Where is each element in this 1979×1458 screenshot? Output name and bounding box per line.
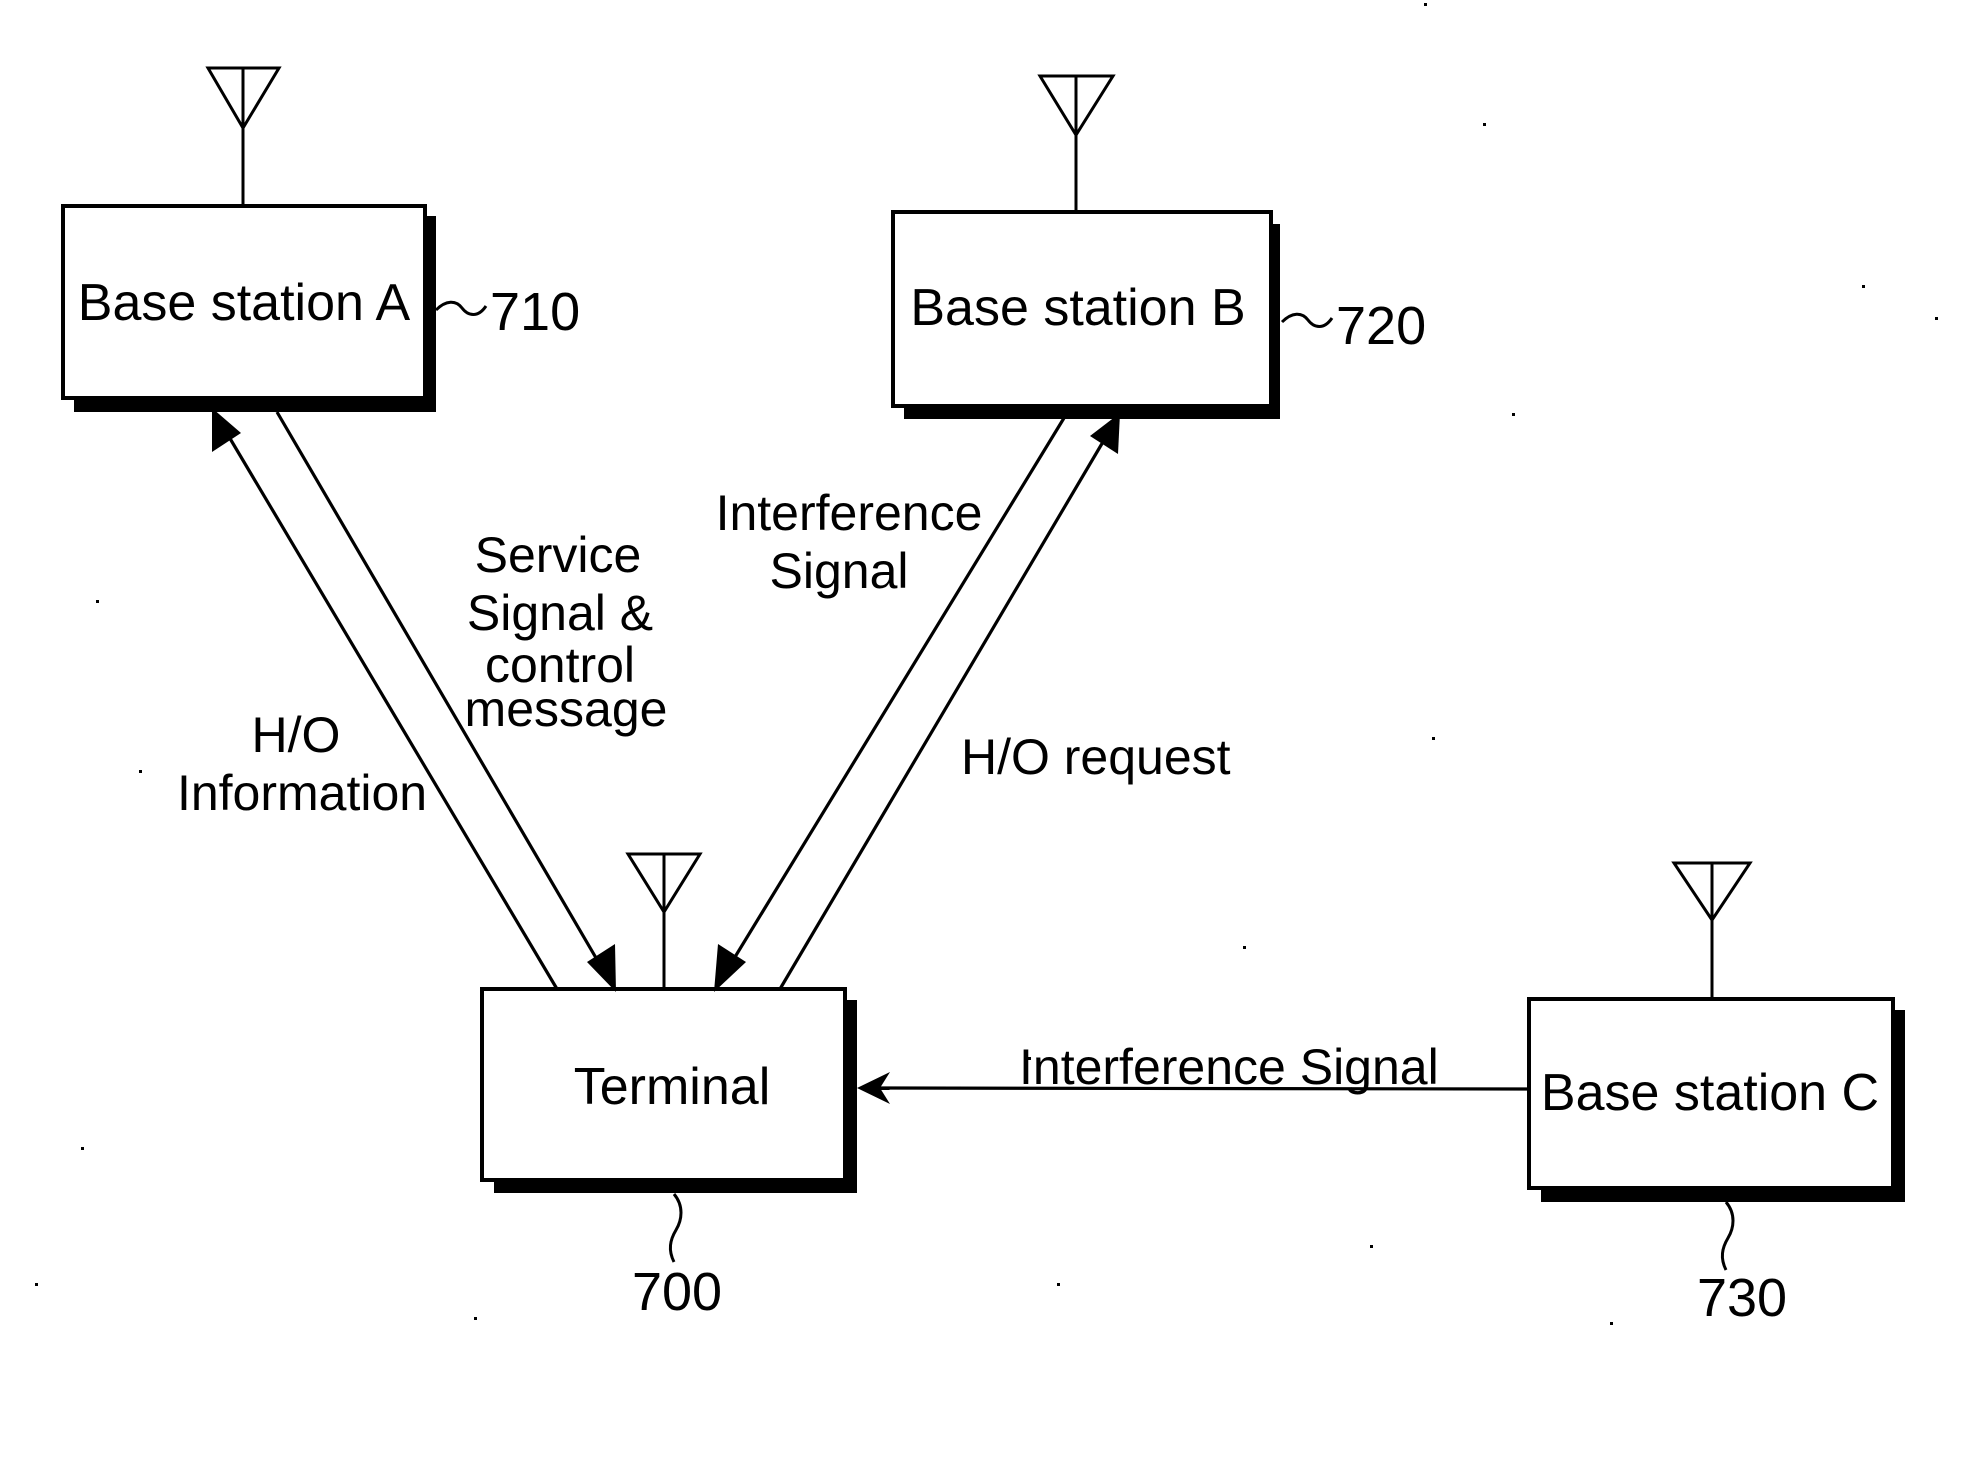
reference-number-710: 710 <box>490 282 580 342</box>
reference-leader-line <box>1720 1201 1735 1271</box>
network-handover-diagram: Base station A 710 Base station B 720 Te… <box>35 3 1938 1328</box>
arrowhead-icon <box>212 408 241 452</box>
service-signal-label-line-4: message <box>465 681 668 737</box>
base-station-b-node: Base station B 720 <box>891 74 1426 419</box>
antenna-icon <box>205 66 282 205</box>
arrowhead-icon <box>1090 413 1120 454</box>
reference-number-730: 730 <box>1697 1268 1787 1328</box>
service-signal-label-line-2: Signal & <box>467 585 653 641</box>
edge-interference-b: Interference Signal <box>714 417 1066 992</box>
ho-information-label-line-2: Information <box>177 765 427 821</box>
reference-number-720: 720 <box>1336 296 1426 356</box>
interference-b-label-line-1: Interference <box>716 485 983 541</box>
reference-number-700: 700 <box>632 1262 722 1322</box>
service-signal-label-line-1: Service <box>475 527 642 583</box>
reference-leader-line <box>668 1193 683 1263</box>
ho-information-label-line-1: H/O <box>252 707 341 763</box>
antenna-icon <box>1671 861 1753 998</box>
base-station-c-label: Base station C <box>1541 1064 1879 1122</box>
base-station-a-node: Base station A 710 <box>61 66 580 412</box>
interference-c-label: Interference Signal <box>1019 1039 1439 1095</box>
base-station-c-node: Base station C 730 <box>1527 861 1905 1328</box>
antenna-icon <box>625 852 703 989</box>
interference-b-label-line-2: Signal <box>770 543 909 599</box>
base-station-b-label: Base station B <box>910 279 1245 337</box>
edge-service-signal: Service Signal & control message <box>275 411 668 992</box>
reference-leader-line <box>1280 312 1334 328</box>
terminal-node: Terminal 700 <box>480 852 857 1322</box>
edge-interference-c: Interference Signal <box>857 1039 1530 1104</box>
antenna-icon <box>1037 74 1116 213</box>
base-station-a-label: Base station A <box>78 274 411 332</box>
ho-request-label: H/O request <box>961 729 1231 785</box>
arrowhead-icon <box>714 944 746 992</box>
reference-leader-line <box>434 300 488 316</box>
terminal-label: Terminal <box>574 1058 771 1116</box>
